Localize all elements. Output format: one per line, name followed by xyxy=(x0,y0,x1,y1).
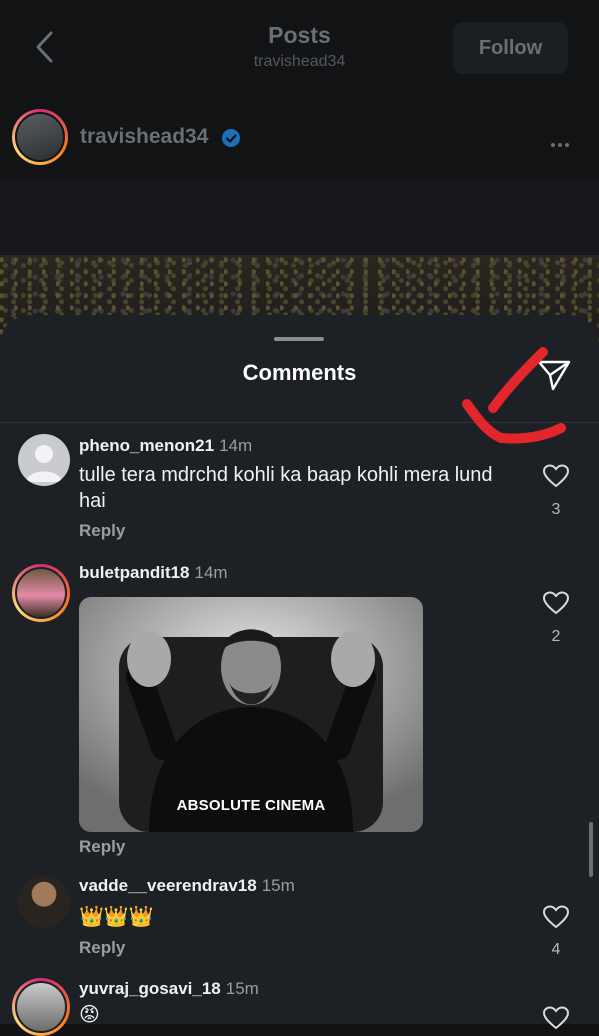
comment-time: 15m xyxy=(261,876,295,895)
reply-button[interactable]: Reply xyxy=(79,521,125,541)
reply-button[interactable]: Reply xyxy=(79,837,125,857)
reply-button[interactable]: Reply xyxy=(79,938,125,958)
comment-time: 15m xyxy=(225,979,259,998)
comment-username-line[interactable]: vadde__veerendrav18 15m xyxy=(79,876,295,896)
red-arrow-annotation xyxy=(462,347,566,444)
verified-badge-icon xyxy=(222,129,240,147)
like-count: 4 xyxy=(551,941,561,958)
default-user-icon xyxy=(26,445,62,482)
comment-username[interactable]: pheno_menon21 xyxy=(79,436,214,455)
sheet-drag-handle[interactable] xyxy=(274,337,324,341)
comment-text: 😡 xyxy=(79,1004,100,1026)
comment-username-line[interactable]: yuvraj_gosavi_18 15m xyxy=(79,979,259,999)
more-options-icon[interactable] xyxy=(551,134,572,152)
comment-username[interactable]: vadde__veerendrav18 xyxy=(79,876,257,895)
like-count: 2 xyxy=(551,628,561,645)
comment-username[interactable]: yuvraj_gosavi_18 xyxy=(79,979,221,998)
commenter-avatar[interactable] xyxy=(18,434,70,486)
comment-text: 👑👑👑 xyxy=(79,906,154,928)
comment-time: 14m xyxy=(219,436,253,455)
follow-button[interactable]: Follow xyxy=(453,22,568,74)
gif-caption: ABSOLUTE CINEMA xyxy=(176,797,326,814)
comment-username[interactable]: buletpandit18 xyxy=(79,563,190,582)
comment-text: tulle tera mdrchd kohli ka baap kohli me… xyxy=(79,464,493,512)
owner-avatar[interactable] xyxy=(12,109,68,165)
heart-icon[interactable] xyxy=(543,905,569,929)
comment-username-line[interactable]: pheno_menon21 14m xyxy=(79,436,252,456)
heart-icon[interactable] xyxy=(543,591,569,615)
like-count: 3 xyxy=(551,501,561,518)
heart-icon[interactable] xyxy=(543,464,569,488)
heart-icon[interactable] xyxy=(543,1006,569,1030)
gif-attachment[interactable]: ABSOLUTE CINEMA xyxy=(79,597,423,832)
commenter-avatar[interactable] xyxy=(12,978,70,1036)
comment-time: 14m xyxy=(194,563,228,582)
commenter-avatar[interactable] xyxy=(18,876,70,928)
post-header: Posts travishead34 Follow travishead34 xyxy=(0,0,599,180)
owner-username[interactable]: travishead34 xyxy=(80,125,208,149)
commenter-avatar[interactable] xyxy=(12,564,70,622)
comment-username-line[interactable]: buletpandit18 14m xyxy=(79,563,228,583)
scrollbar[interactable] xyxy=(589,822,593,877)
